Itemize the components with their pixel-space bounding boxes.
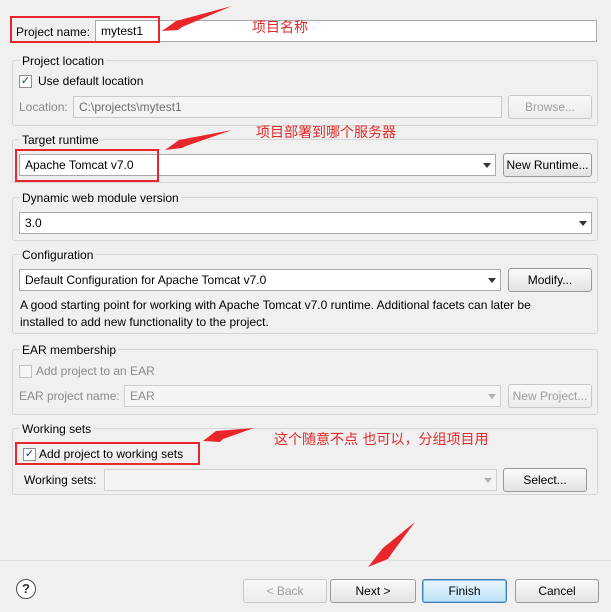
working-sets-annotation: 这个随意不点 也可以，分组项目用 — [274, 432, 489, 448]
target-runtime-title: Target runtime — [20, 133, 101, 147]
target-runtime-highlight-box — [15, 149, 159, 182]
browse-button[interactable]: Browse... — [508, 95, 592, 119]
ear-project-name-label: EAR project name: — [19, 389, 120, 403]
runtime-annotation: 项目部署到哪个服务器 — [256, 125, 396, 141]
ear-membership-title: EAR membership — [20, 343, 119, 357]
use-default-location-checkbox[interactable]: ✓ — [19, 75, 32, 88]
use-default-location-label: Use default location — [38, 74, 144, 88]
working-sets-select[interactable] — [104, 469, 497, 491]
project-name-highlight-box — [10, 16, 160, 43]
modify-button[interactable]: Modify... — [508, 268, 592, 292]
chevron-down-icon — [488, 278, 496, 283]
ear-project-name-value: EAR — [130, 389, 155, 403]
web-module-version-value: 3.0 — [25, 216, 42, 230]
working-sets-highlight-box — [15, 442, 200, 465]
add-to-ear-label: Add project to an EAR — [36, 364, 155, 378]
configuration-description-line2: installed to add new functionality to th… — [20, 315, 269, 329]
configuration-value: Default Configuration for Apache Tomcat … — [25, 273, 267, 287]
ear-project-name-select[interactable]: EAR — [124, 385, 501, 407]
cancel-button[interactable]: Cancel — [515, 579, 599, 603]
configuration-description-line1: A good starting point for working with A… — [20, 298, 531, 312]
project-name-input[interactable]: mytest1 — [95, 20, 597, 42]
working-sets-label: Working sets: — [24, 473, 97, 487]
new-runtime-button[interactable]: New Runtime... — [503, 153, 592, 177]
help-icon[interactable]: ? — [16, 579, 36, 599]
configuration-title: Configuration — [20, 248, 96, 262]
web-module-version-select[interactable]: 3.0 — [19, 212, 592, 234]
chevron-down-icon — [483, 163, 491, 168]
new-project-button[interactable]: New Project... — [508, 384, 592, 408]
chevron-down-icon — [484, 478, 492, 483]
finish-button[interactable]: Finish — [422, 579, 507, 603]
back-button[interactable]: < Back — [243, 579, 327, 603]
chevron-down-icon — [579, 221, 587, 226]
location-label: Location: — [19, 100, 68, 114]
project-name-annotation: 项目名称 — [252, 20, 308, 36]
web-module-title: Dynamic web module version — [20, 191, 181, 205]
add-to-ear-checkbox[interactable] — [19, 365, 32, 378]
footer-separator — [0, 560, 611, 561]
working-sets-title: Working sets — [20, 422, 94, 436]
next-button[interactable]: Next > — [330, 579, 416, 603]
chevron-down-icon — [488, 394, 496, 399]
select-button[interactable]: Select... — [503, 468, 587, 492]
configuration-select[interactable]: Default Configuration for Apache Tomcat … — [19, 269, 501, 291]
location-input[interactable]: C:\projects\mytest1 — [73, 96, 502, 118]
project-location-title: Project location — [20, 54, 107, 68]
